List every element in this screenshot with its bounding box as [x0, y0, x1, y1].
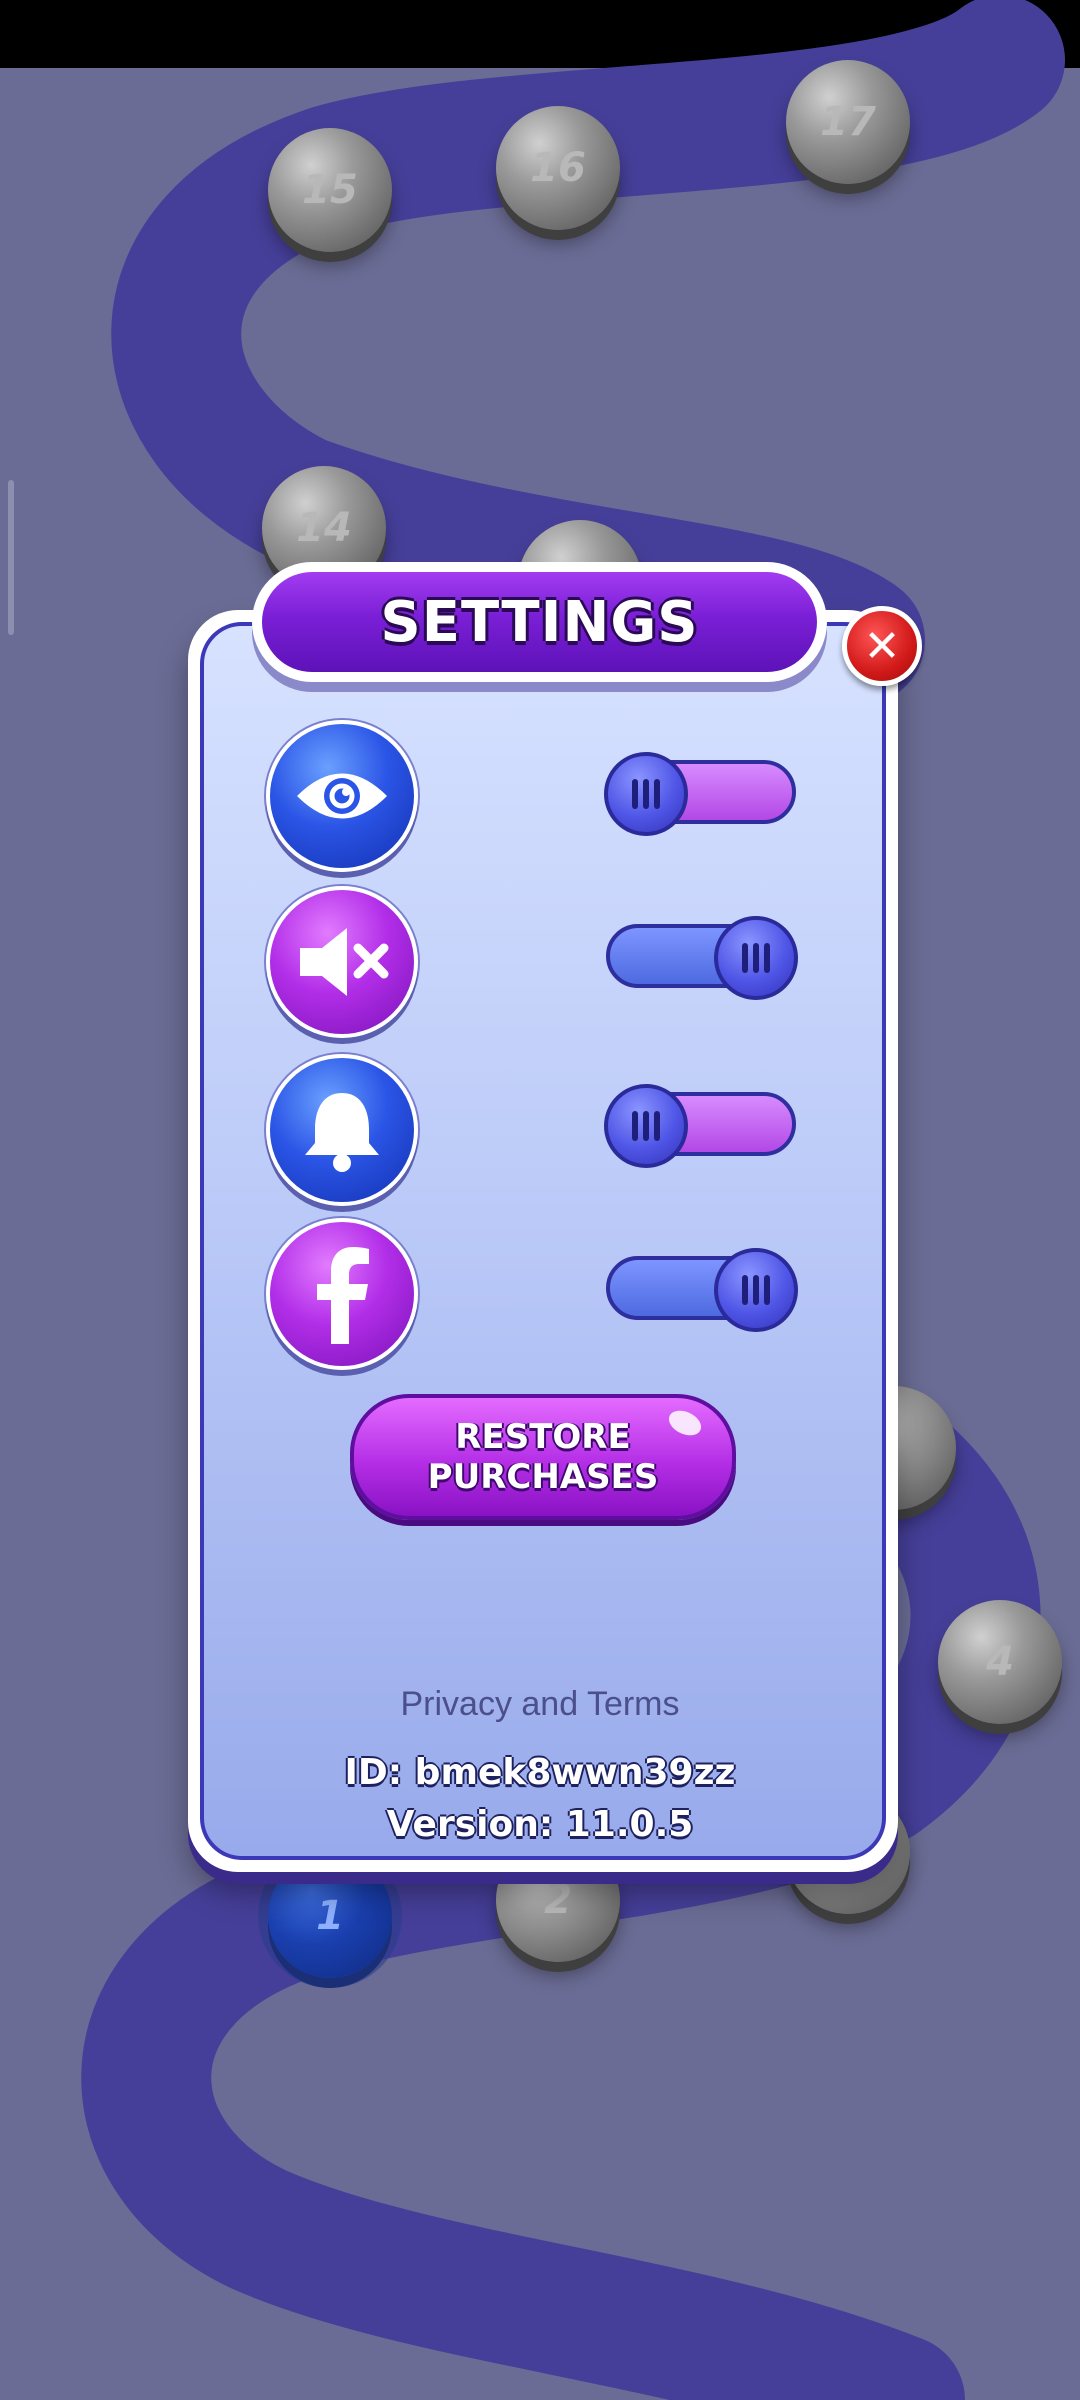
close-button[interactable]: ✕ [842, 606, 922, 686]
toggle-knob[interactable] [714, 916, 798, 1000]
facebook-setting-icon-button [266, 1218, 418, 1370]
button-shine [664, 1405, 706, 1441]
level-node-4[interactable]: 4 [938, 1600, 1062, 1724]
level-node-16[interactable]: 16 [496, 106, 620, 230]
level-node-1-current[interactable]: 1 [268, 1854, 392, 1978]
facebook-toggle[interactable] [606, 1248, 798, 1332]
toggle-knob[interactable] [714, 1248, 798, 1332]
privacy-terms-link[interactable]: Privacy and Terms [300, 1685, 780, 1724]
sound-toggle[interactable] [606, 916, 798, 1000]
close-x-icon: ✕ [863, 620, 901, 672]
sound-setting-icon-button [266, 886, 418, 1038]
side-scroll-handle[interactable] [8, 480, 14, 635]
settings-title-banner: SETTINGS [252, 562, 827, 682]
notification-setting-icon-button [266, 1054, 418, 1206]
eye-icon [297, 773, 387, 819]
restore-purchases-button[interactable]: RESTORE PURCHASES [350, 1394, 736, 1520]
level-node-15[interactable]: 15 [268, 128, 392, 252]
restore-label-line2: PURCHASES [427, 1457, 659, 1497]
page-title: SETTINGS [380, 589, 699, 655]
bell-icon [305, 1093, 379, 1172]
notification-toggle[interactable] [604, 1084, 796, 1168]
restore-label-line1: RESTORE [455, 1417, 631, 1457]
facebook-icon [317, 1247, 369, 1344]
eye-toggle[interactable] [604, 752, 796, 836]
toggle-knob[interactable] [604, 752, 688, 836]
toggle-knob[interactable] [604, 1084, 688, 1168]
eye-setting-icon-button [266, 720, 418, 872]
player-id-text: ID: bmek8wwn39zz [344, 1752, 736, 1793]
speaker-muted-icon [300, 928, 389, 996]
version-text: Version: 11.0.5 [386, 1804, 694, 1845]
level-node-17[interactable]: 17 [786, 60, 910, 184]
